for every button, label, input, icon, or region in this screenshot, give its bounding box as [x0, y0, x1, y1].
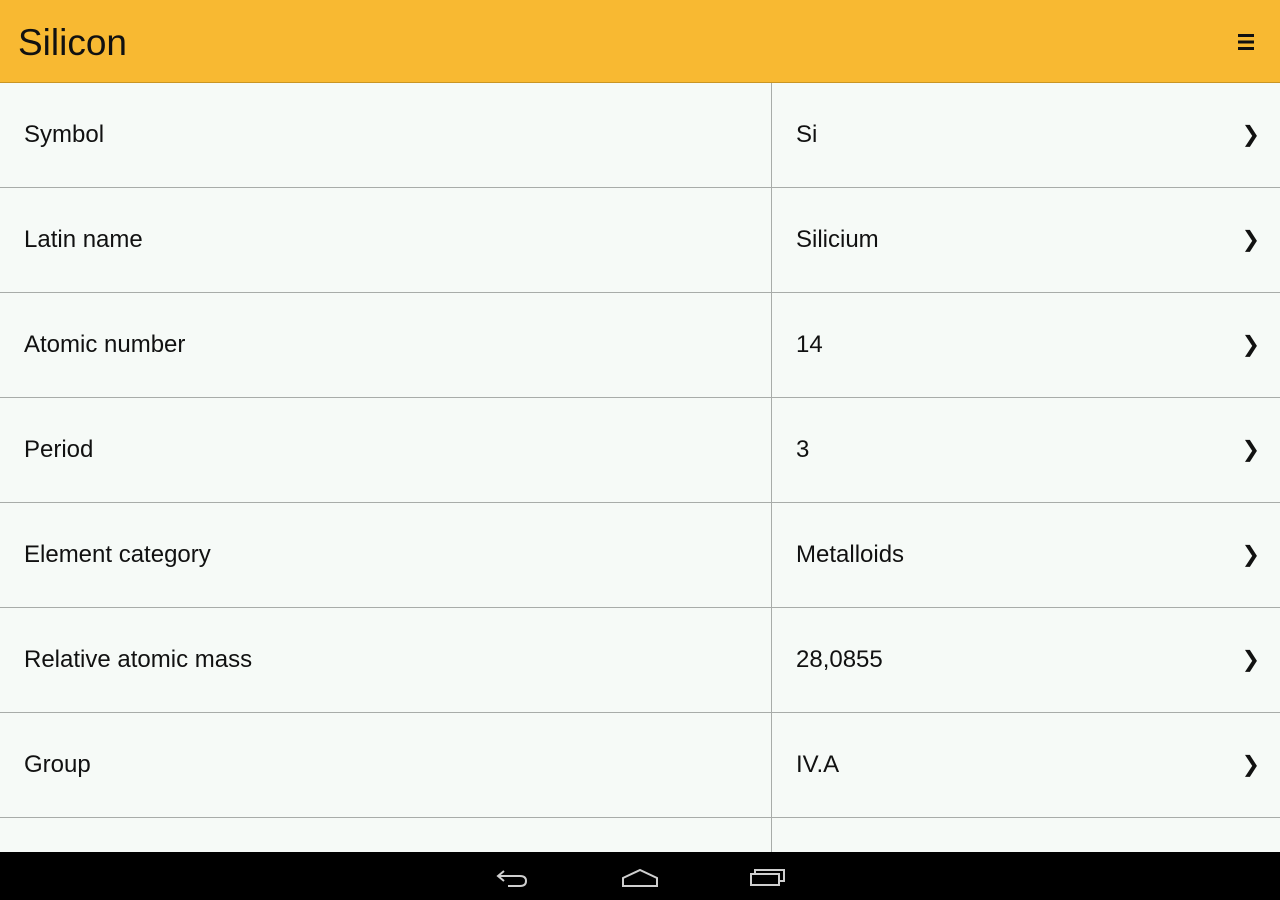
recent-apps-button[interactable]	[740, 860, 796, 894]
property-row-partial[interactable]	[0, 818, 1280, 852]
property-label: Period	[0, 398, 772, 502]
property-value: 28,0855	[796, 646, 883, 673]
property-value: Silicium	[796, 226, 879, 253]
property-row-latin-name[interactable]: Latin name Silicium ❯	[0, 188, 1280, 293]
back-icon	[496, 870, 528, 887]
home-icon	[622, 868, 658, 887]
chevron-right-icon: ❯	[1241, 227, 1260, 253]
property-value: 14	[796, 331, 823, 358]
chevron-right-icon: ❯	[1241, 647, 1260, 673]
property-row-period[interactable]: Period 3 ❯	[0, 398, 1280, 503]
back-button[interactable]	[484, 860, 540, 894]
property-row-symbol[interactable]: Symbol Si ❯	[0, 83, 1280, 188]
property-value: 3	[796, 436, 810, 463]
property-value-cell: Metalloids ❯	[772, 503, 1280, 607]
property-row-atomic-number[interactable]: Atomic number 14 ❯	[0, 293, 1280, 398]
property-label-empty	[0, 818, 772, 852]
property-value: IV.A	[796, 751, 840, 778]
property-label: Atomic number	[0, 293, 772, 397]
property-row-group[interactable]: Group IV.A ❯	[0, 713, 1280, 818]
property-row-element-category[interactable]: Element category Metalloids ❯	[0, 503, 1280, 608]
property-value-cell: 3 ❯	[772, 398, 1280, 502]
property-value: Si	[796, 121, 818, 148]
chevron-right-icon: ❯	[1241, 437, 1260, 463]
property-label: Group	[0, 713, 772, 817]
app-window: Silicon Symbol Si ❯ Latin name Silicium …	[0, 0, 1280, 900]
property-value-cell: Si ❯	[772, 83, 1280, 187]
property-value-cell: IV.A ❯	[772, 713, 1280, 817]
property-value-cell: 14 ❯	[772, 293, 1280, 397]
overflow-menu-icon	[1238, 34, 1254, 50]
property-label: Latin name	[0, 188, 772, 292]
page-title: Silicon	[18, 22, 127, 63]
overflow-menu-button[interactable]	[1230, 26, 1262, 58]
action-bar: Silicon	[0, 0, 1280, 83]
chevron-right-icon: ❯	[1241, 752, 1260, 778]
property-row-relative-atomic-mass[interactable]: Relative atomic mass 28,0855 ❯	[0, 608, 1280, 713]
property-value-cell: 28,0855 ❯	[772, 608, 1280, 712]
recent-apps-icon	[750, 869, 785, 886]
property-value: Metalloids	[796, 541, 905, 568]
chevron-right-icon: ❯	[1241, 542, 1260, 568]
home-button[interactable]	[612, 860, 668, 894]
system-navigation-bar	[0, 852, 1280, 900]
property-label: Symbol	[0, 83, 772, 187]
property-value-cell: Silicium ❯	[772, 188, 1280, 292]
property-list: Symbol Si ❯ Latin name Silicium ❯ Atomic…	[0, 83, 1280, 852]
chevron-right-icon: ❯	[1241, 332, 1260, 358]
property-value-cell-empty	[772, 818, 1280, 852]
property-label: Relative atomic mass	[0, 608, 772, 712]
property-label: Element category	[0, 503, 772, 607]
chevron-right-icon: ❯	[1241, 122, 1260, 148]
